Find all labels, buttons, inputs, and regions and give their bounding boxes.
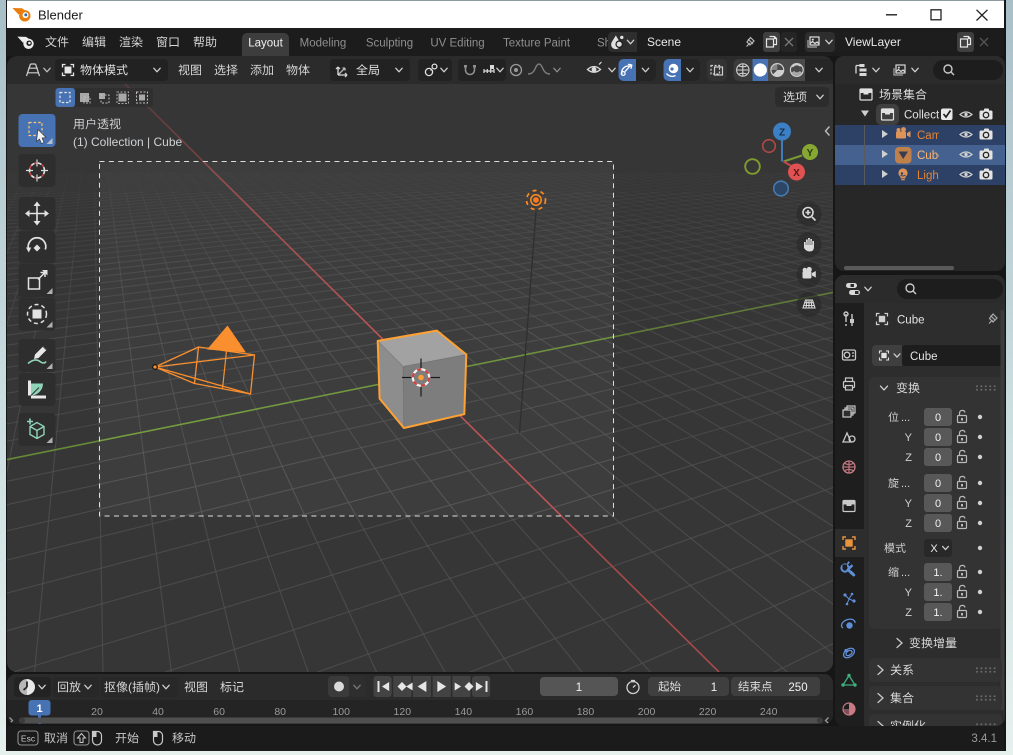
svg-text:100: 100 (332, 706, 350, 718)
svg-text:1: 1 (576, 682, 582, 694)
svg-text:Cube: Cube (897, 315, 925, 327)
svg-text:X: X (793, 168, 800, 179)
svg-text:1: 1 (36, 703, 42, 715)
svg-text:...: ... (901, 478, 910, 490)
svg-text:X: X (930, 543, 938, 555)
svg-text:20: 20 (91, 706, 103, 718)
svg-text:1.: 1. (933, 607, 942, 619)
svg-text:...: ... (901, 567, 910, 579)
svg-text:140: 140 (455, 706, 473, 718)
svg-text:UV Editing: UV Editing (430, 38, 484, 50)
svg-text:160: 160 (516, 706, 534, 718)
svg-text:Modeling: Modeling (300, 38, 347, 50)
svg-text:180: 180 (577, 706, 595, 718)
svg-text:(: ( (128, 680, 132, 694)
svg-text:1.: 1. (933, 587, 942, 599)
svg-text:60: 60 (213, 706, 225, 718)
svg-text:(1) Collection | Cube: (1) Collection | Cube (73, 135, 182, 149)
svg-text:80: 80 (274, 706, 286, 718)
svg-text:Light: Light (917, 170, 943, 182)
svg-text:40: 40 (152, 706, 164, 718)
svg-text:Collect: Collect (904, 110, 940, 122)
svg-text:Z: Z (905, 518, 912, 530)
svg-text:Sculpting: Sculpting (366, 38, 413, 50)
svg-text:220: 220 (699, 706, 717, 718)
svg-text:0: 0 (935, 412, 941, 424)
svg-text:Texture Paint: Texture Paint (503, 38, 571, 50)
svg-text:Layout: Layout (248, 38, 283, 50)
svg-text:Z: Z (905, 607, 912, 619)
svg-text:ViewLayer: ViewLayer (845, 35, 901, 49)
svg-text:0: 0 (935, 452, 941, 464)
svg-text:Z: Z (779, 128, 785, 139)
svg-text:0: 0 (935, 478, 941, 490)
svg-text:0: 0 (935, 518, 941, 530)
svg-text:Esc: Esc (21, 734, 36, 744)
svg-text:Scene: Scene (647, 35, 681, 49)
svg-text:Y: Y (905, 432, 913, 444)
svg-text:1: 1 (711, 682, 717, 694)
svg-text:250: 250 (788, 682, 807, 694)
svg-text:1.: 1. (933, 567, 942, 579)
svg-text:Y: Y (905, 587, 913, 599)
svg-text:Z: Z (905, 452, 912, 464)
svg-text:Y: Y (807, 148, 814, 159)
svg-text:200: 200 (638, 706, 656, 718)
svg-text:): ) (156, 680, 160, 694)
svg-text:...: ... (901, 412, 910, 424)
svg-text:240: 240 (760, 706, 778, 718)
svg-text:0: 0 (935, 498, 941, 510)
svg-text:120: 120 (394, 706, 412, 718)
svg-text:3.4.1: 3.4.1 (971, 733, 997, 745)
svg-text:Blender: Blender (38, 8, 83, 23)
svg-text:0: 0 (935, 432, 941, 444)
svg-text:Y: Y (905, 498, 913, 510)
svg-text:Cube: Cube (910, 351, 938, 363)
